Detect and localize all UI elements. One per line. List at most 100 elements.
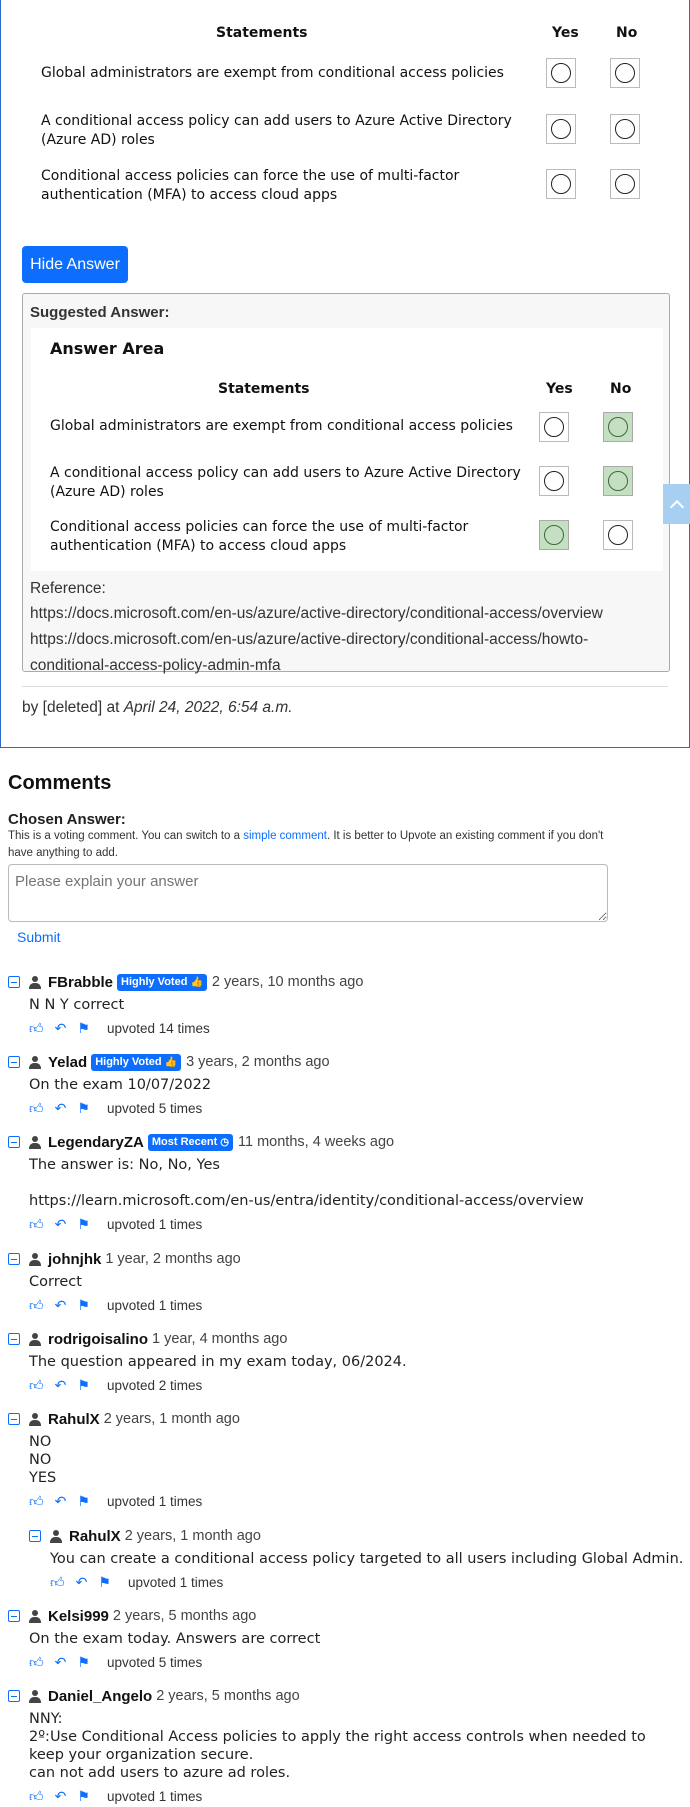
flag-icon[interactable]: ⚑ bbox=[77, 1789, 90, 1803]
badge-label: Most Recent bbox=[151, 1136, 218, 1148]
upvote-icon[interactable]: 👍︎ bbox=[29, 1655, 44, 1669]
collapse-icon[interactable] bbox=[8, 1056, 20, 1068]
upvote-icon[interactable]: 👍︎ bbox=[29, 1021, 44, 1035]
comment-username[interactable]: FBrabble bbox=[48, 974, 113, 991]
upvote-icon[interactable]: 👍︎ bbox=[29, 1494, 44, 1508]
upvote-icon[interactable]: 👍︎ bbox=[29, 1217, 44, 1231]
reference-link[interactable]: https://docs.microsoft.com/en-us/azure/a… bbox=[30, 627, 660, 679]
answer-no-mark-selected bbox=[603, 466, 633, 496]
explain-answer-input[interactable] bbox=[8, 864, 608, 922]
reply-icon[interactable]: ↶ bbox=[55, 1101, 67, 1115]
statements-header: Statements bbox=[216, 25, 308, 41]
user-icon bbox=[50, 1529, 62, 1543]
comment-actions: 👍︎ ↶ ⚑ upvoted 1 times bbox=[29, 1787, 678, 1805]
yes-radio[interactable] bbox=[546, 58, 576, 88]
comment-time: 1 year, 2 months ago bbox=[105, 1251, 241, 1267]
hide-answer-button[interactable]: Hide Answer bbox=[22, 246, 128, 283]
reply-icon[interactable]: ↶ bbox=[55, 1789, 67, 1803]
upvote-count: upvoted 5 times bbox=[106, 1100, 203, 1116]
collapse-icon[interactable] bbox=[8, 1413, 20, 1425]
user-icon bbox=[29, 1332, 41, 1346]
user-icon bbox=[29, 1135, 41, 1149]
comment-username[interactable]: LegendaryZA bbox=[48, 1134, 144, 1151]
flag-icon[interactable]: ⚑ bbox=[77, 1494, 90, 1508]
vote-badge: Highly Voted 👍 bbox=[91, 1053, 182, 1071]
comment-username[interactable]: RahulX bbox=[69, 1528, 121, 1545]
thumbs-up-icon: 👍 bbox=[164, 1056, 178, 1068]
no-radio[interactable] bbox=[610, 169, 640, 199]
upvote-count: upvoted 1 times bbox=[106, 1297, 203, 1313]
flag-icon[interactable]: ⚑ bbox=[77, 1021, 90, 1035]
collapse-icon[interactable] bbox=[8, 1690, 20, 1702]
comment-header: FBrabble Highly Voted 👍 2 years, 10 mont… bbox=[8, 972, 678, 992]
comment-username[interactable]: Kelsi999 bbox=[48, 1608, 109, 1625]
chevron-up-icon bbox=[669, 499, 684, 514]
flag-icon[interactable]: ⚑ bbox=[77, 1217, 90, 1231]
reply-icon[interactable]: ↶ bbox=[55, 1021, 67, 1035]
collapse-icon[interactable] bbox=[8, 1610, 20, 1622]
collapse-icon[interactable] bbox=[29, 1530, 41, 1542]
user-icon bbox=[29, 1252, 41, 1266]
comment-username[interactable]: Yelad bbox=[48, 1054, 87, 1071]
scroll-to-top-button[interactable] bbox=[663, 484, 690, 524]
clock-icon: ◷ bbox=[220, 1136, 229, 1148]
reply-icon[interactable]: ↶ bbox=[76, 1575, 88, 1589]
submit-button[interactable]: Submit bbox=[17, 929, 61, 945]
answer-statement-text: A conditional access policy can add user… bbox=[50, 465, 521, 500]
reply-icon[interactable]: ↶ bbox=[55, 1655, 67, 1669]
comment-body: The question appeared in my exam today, … bbox=[29, 1354, 407, 1370]
comment-body: You can create a conditional access poli… bbox=[50, 1551, 684, 1567]
reference-link[interactable]: https://docs.microsoft.com/en-us/azure/a… bbox=[30, 601, 660, 627]
thumbs-up-icon: 👍 bbox=[190, 976, 203, 988]
comment-username[interactable]: johnjhk bbox=[48, 1251, 101, 1268]
comment-body: Correct bbox=[29, 1274, 82, 1290]
upvote-icon[interactable]: 👍︎ bbox=[50, 1575, 65, 1589]
no-header: No bbox=[610, 381, 632, 397]
no-radio[interactable] bbox=[610, 58, 640, 88]
collapse-icon[interactable] bbox=[8, 1253, 20, 1265]
flag-icon[interactable]: ⚑ bbox=[77, 1101, 90, 1115]
upvote-icon[interactable]: 👍︎ bbox=[29, 1101, 44, 1115]
flag-icon[interactable]: ⚑ bbox=[98, 1575, 111, 1589]
yes-header: Yes bbox=[552, 25, 579, 41]
simple-comment-link[interactable]: simple comment bbox=[243, 830, 327, 842]
comment-username[interactable]: rodrigoisalino bbox=[48, 1331, 148, 1348]
yes-radio[interactable] bbox=[546, 169, 576, 199]
upvote-count: upvoted 1 times bbox=[127, 1574, 224, 1590]
user-icon bbox=[29, 1609, 41, 1623]
comment-header: LegendaryZA Most Recent ◷ 11 months, 4 w… bbox=[8, 1132, 678, 1152]
comment-time: 2 years, 1 month ago bbox=[103, 1411, 240, 1427]
reply-icon[interactable]: ↶ bbox=[55, 1378, 67, 1392]
flag-icon[interactable]: ⚑ bbox=[77, 1378, 90, 1392]
collapse-icon[interactable] bbox=[8, 976, 20, 988]
no-radio[interactable] bbox=[610, 114, 640, 144]
upvote-icon[interactable]: 👍︎ bbox=[29, 1298, 44, 1312]
upvote-count: upvoted 1 times bbox=[106, 1216, 203, 1232]
comment-username[interactable]: RahulX bbox=[48, 1411, 100, 1428]
upvote-icon[interactable]: 👍︎ bbox=[29, 1789, 44, 1803]
badge-label: Highly Voted bbox=[121, 976, 188, 988]
yes-radio[interactable] bbox=[546, 114, 576, 144]
comment-username[interactable]: Daniel_Angelo bbox=[48, 1688, 152, 1705]
table-header: Statements Yes No bbox=[41, 23, 681, 43]
answer-no-mark-selected bbox=[603, 412, 633, 442]
comment-body: NNY: 2º:Use Conditional Access policies … bbox=[29, 1711, 646, 1781]
answer-yes-mark-selected bbox=[539, 520, 569, 550]
comment: RahulX 2 years, 1 month ago NO NO YES 👍︎… bbox=[8, 1409, 678, 1510]
flag-icon[interactable]: ⚑ bbox=[77, 1298, 90, 1312]
reply-icon[interactable]: ↶ bbox=[55, 1298, 67, 1312]
comment-body: The answer is: No, No, Yes https://learn… bbox=[29, 1157, 584, 1209]
voting-comment-note: This is a voting comment. You can switch… bbox=[8, 828, 613, 862]
user-icon bbox=[29, 1412, 41, 1426]
upvote-icon[interactable]: 👍︎ bbox=[29, 1378, 44, 1392]
statements-header: Statements bbox=[218, 381, 310, 397]
comment-time: 2 years, 5 months ago bbox=[112, 1608, 257, 1624]
reply-icon[interactable]: ↶ bbox=[55, 1494, 67, 1508]
comment-actions: 👍︎ ↶ ⚑ upvoted 1 times bbox=[29, 1296, 678, 1314]
collapse-icon[interactable] bbox=[8, 1136, 20, 1148]
collapse-icon[interactable] bbox=[8, 1333, 20, 1345]
answer-no-mark bbox=[603, 520, 633, 550]
flag-icon[interactable]: ⚑ bbox=[77, 1655, 90, 1669]
comment-actions: 👍︎ ↶ ⚑ upvoted 5 times bbox=[29, 1099, 678, 1117]
reply-icon[interactable]: ↶ bbox=[55, 1217, 67, 1231]
